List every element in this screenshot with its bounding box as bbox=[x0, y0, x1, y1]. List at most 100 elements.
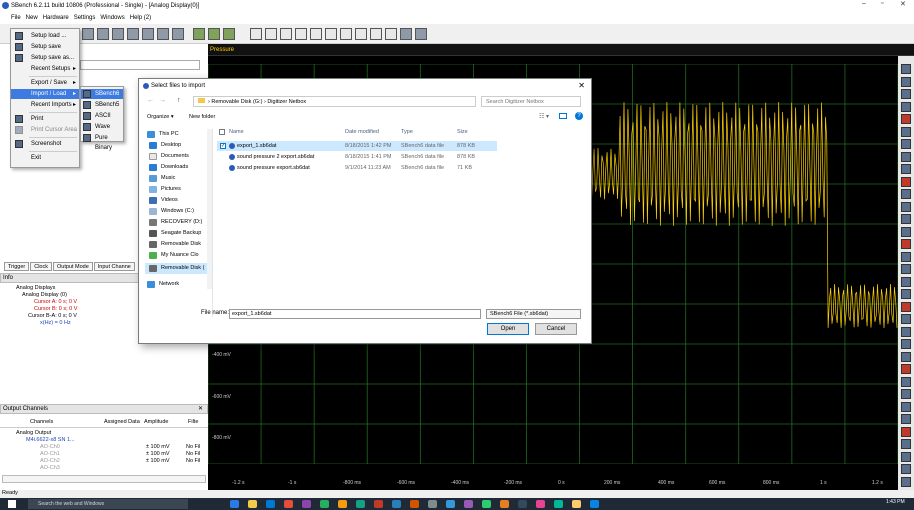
tool-button[interactable] bbox=[901, 189, 911, 199]
nav-item-this-pc[interactable]: This PC bbox=[147, 129, 179, 140]
toolbar-button[interactable] bbox=[157, 28, 169, 40]
toolbar-button[interactable] bbox=[295, 28, 307, 40]
toolbar-button[interactable] bbox=[127, 28, 139, 40]
tool-button[interactable] bbox=[901, 464, 911, 474]
nav-item-removable-disk-g[interactable]: Removable Disk ( bbox=[145, 263, 213, 274]
organize-button[interactable]: Organize ▾ bbox=[147, 114, 174, 120]
tab-output-mode[interactable]: Output Mode bbox=[52, 262, 93, 271]
tool-button[interactable] bbox=[901, 126, 911, 137]
tool-button[interactable] bbox=[901, 389, 911, 399]
tool-button[interactable] bbox=[901, 326, 911, 337]
nav-item-music[interactable]: Music bbox=[149, 173, 175, 184]
toolbar-button[interactable] bbox=[193, 28, 205, 40]
taskbar-clock[interactable]: 1:43 PM bbox=[886, 499, 905, 505]
menu-item-exit[interactable]: Exit bbox=[11, 153, 79, 163]
windows-start-icon[interactable] bbox=[8, 500, 16, 508]
tab-input-channels[interactable]: Input Channe bbox=[93, 262, 135, 271]
tool-button[interactable] bbox=[901, 114, 911, 124]
address-bar[interactable]: › Removable Disk (G:) › Digitizer Netbox bbox=[193, 96, 476, 107]
nav-item-windows-c[interactable]: Windows (C:) bbox=[149, 206, 194, 217]
toolbar-button[interactable] bbox=[355, 28, 367, 40]
close-icon[interactable]: ✕ bbox=[900, 0, 906, 8]
menu-item-setup-load[interactable]: Setup load ... bbox=[11, 31, 79, 41]
tool-button[interactable] bbox=[901, 276, 911, 287]
tool-button[interactable] bbox=[901, 164, 911, 174]
submenu-item-sbench6[interactable]: SBench6 bbox=[81, 89, 123, 99]
file-type-select[interactable]: SBench6 File (*.sb6dat) bbox=[486, 309, 581, 319]
menu-item-print[interactable]: Print bbox=[11, 114, 79, 124]
menu-item-print-cursor-area[interactable]: Print Cursor Area bbox=[11, 125, 79, 135]
taskbar-app-icon[interactable] bbox=[446, 500, 455, 508]
file-row[interactable]: sound pressure 2 export.sb6dat 8/18/2015… bbox=[217, 152, 497, 162]
taskbar-app-icon[interactable] bbox=[392, 500, 401, 508]
tree-item[interactable]: Analog Display (0) bbox=[6, 292, 77, 299]
tool-button[interactable] bbox=[901, 426, 911, 437]
tree-item[interactable]: Cursor B: 0 s; 0 V bbox=[6, 306, 77, 313]
toolbar-button[interactable] bbox=[172, 28, 184, 40]
close-icon[interactable]: ✕ bbox=[198, 405, 203, 414]
tab-clock[interactable]: Clock bbox=[30, 262, 52, 271]
toolbar-button[interactable] bbox=[385, 28, 397, 40]
select-all-checkbox[interactable] bbox=[219, 129, 225, 135]
menu-settings[interactable]: Settings bbox=[74, 15, 96, 21]
taskbar-app-icon[interactable] bbox=[410, 500, 419, 508]
nav-item-seagate-backup[interactable]: Seagate Backup bbox=[149, 228, 201, 239]
toolbar-button[interactable] bbox=[310, 28, 322, 40]
menu-help[interactable]: Help (2) bbox=[130, 15, 151, 21]
toolbar-button[interactable] bbox=[340, 28, 352, 40]
tool-button[interactable] bbox=[901, 151, 911, 162]
view-options-icon[interactable]: ☷ ▾ bbox=[539, 113, 549, 120]
tool-button[interactable] bbox=[901, 251, 911, 262]
tool-button[interactable] bbox=[901, 339, 911, 349]
close-icon[interactable]: ✕ bbox=[578, 81, 585, 90]
taskbar-app-icon[interactable] bbox=[482, 500, 491, 508]
tool-button[interactable] bbox=[901, 314, 911, 324]
tool-button[interactable] bbox=[901, 214, 911, 224]
file-name-input[interactable]: export_1.sb6dat bbox=[229, 309, 481, 319]
help-icon[interactable]: ? bbox=[575, 112, 583, 120]
tool-button[interactable] bbox=[901, 264, 911, 274]
tool-button[interactable] bbox=[901, 101, 911, 112]
tree-item[interactable]: Cursor A: 0 s; 0 V bbox=[6, 299, 77, 306]
maximize-icon[interactable]: ▫ bbox=[881, 0, 883, 7]
toolbar-button[interactable] bbox=[82, 28, 94, 40]
nav-item-removable-disk[interactable]: Removable Disk bbox=[149, 239, 201, 250]
taskbar-app-icon[interactable] bbox=[536, 500, 545, 508]
toolbar-button[interactable] bbox=[208, 28, 220, 40]
submenu-item-pure-binary[interactable]: Pure Binary bbox=[81, 133, 123, 151]
taskbar-app-icon[interactable] bbox=[266, 500, 275, 508]
tree-item[interactable]: M4i.6622-x8 SN 1... bbox=[6, 437, 75, 444]
taskbar-app-icon[interactable] bbox=[374, 500, 383, 508]
tool-button[interactable] bbox=[901, 289, 911, 299]
menu-item-export-save[interactable]: Export / Save ▸ bbox=[11, 78, 79, 88]
menu-item-screenshot[interactable]: Screenshot bbox=[11, 139, 79, 149]
taskbar-app-icon[interactable] bbox=[500, 500, 509, 508]
toolbar-button[interactable] bbox=[265, 28, 277, 40]
column-header-type[interactable]: Type bbox=[401, 129, 413, 135]
file-row[interactable]: sound pressure export.sb6dat 9/1/2014 11… bbox=[217, 163, 497, 173]
taskbar-app-icon[interactable] bbox=[518, 500, 527, 508]
new-folder-button[interactable]: New folder bbox=[189, 114, 215, 120]
menu-new[interactable]: New bbox=[26, 15, 38, 21]
toolbar-button[interactable] bbox=[415, 28, 427, 40]
toolbar-button[interactable] bbox=[223, 28, 235, 40]
nav-item-downloads[interactable]: Downloads bbox=[149, 162, 188, 173]
tool-button[interactable] bbox=[901, 89, 911, 99]
toolbar-button[interactable] bbox=[280, 28, 292, 40]
toolbar-button[interactable] bbox=[97, 28, 109, 40]
file-checkbox[interactable]: ✓ bbox=[220, 143, 226, 149]
taskbar-app-icon[interactable] bbox=[554, 500, 563, 508]
taskbar-search[interactable]: Search the web and Windows bbox=[28, 499, 188, 509]
taskbar-app-icon[interactable] bbox=[356, 500, 365, 508]
taskbar-app-icon[interactable] bbox=[248, 500, 257, 508]
menu-file[interactable]: File bbox=[11, 15, 21, 21]
back-icon[interactable]: ← bbox=[147, 97, 154, 104]
tree-item[interactable]: x(Hz) = 0 Hz bbox=[6, 320, 77, 327]
taskbar-app-icon[interactable] bbox=[428, 500, 437, 508]
open-button[interactable]: Open bbox=[487, 323, 529, 335]
search-input[interactable]: Search Digitizer Netbox bbox=[481, 96, 581, 107]
submenu-item-ascii[interactable]: ASCII bbox=[81, 111, 123, 121]
tool-button[interactable] bbox=[901, 226, 911, 237]
submenu-item-sbench5[interactable]: SBench5 bbox=[81, 100, 123, 110]
menu-item-setup-save-as[interactable]: Setup save as... bbox=[11, 53, 79, 63]
